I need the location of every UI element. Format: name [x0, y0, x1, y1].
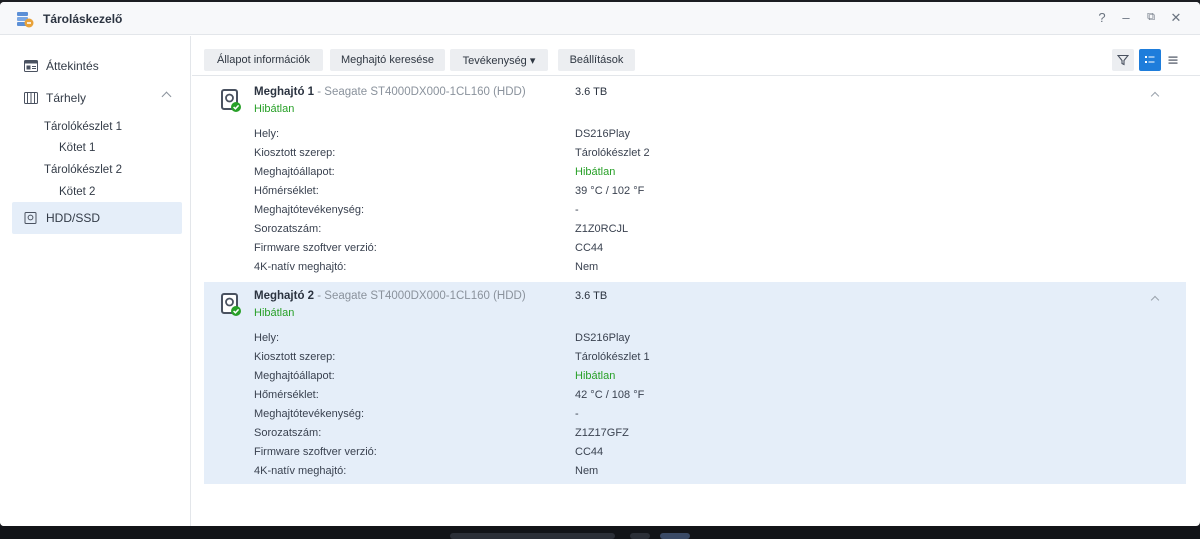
prop-label-allocated-role: Kiosztott szerep:: [254, 147, 336, 159]
sidebar: Áttekintés Tárhely Tárolókészlet 1 Kötet…: [0, 36, 191, 526]
title-bar: Tároláskezelő ? – ⧉ ✕: [0, 2, 1200, 35]
restore-icon[interactable]: ⧉: [1143, 11, 1159, 24]
prop-value-firmware: CC44: [575, 242, 604, 254]
prop-label-firmware: Firmware szoftver verzió:: [254, 242, 377, 254]
drive-title: Meghajtó 2 - Seagate ST4000DX000-1CL160 …: [254, 290, 526, 302]
hdd-healthy-icon: [221, 293, 241, 316]
sidebar-item-pool2[interactable]: Tárolókészlet 2: [44, 164, 122, 176]
overview-icon: [24, 60, 38, 72]
status-info-button[interactable]: Állapot információk: [204, 49, 323, 71]
prop-value-serial: Z1Z0RCJL: [575, 223, 629, 235]
prop-value-firmware: CC44: [575, 446, 604, 458]
prop-label-firmware: Firmware szoftver verzió:: [254, 446, 377, 458]
prop-value-drive-status: Hibátlan: [575, 370, 616, 382]
prop-label-drive-activity: Meghajtótevékenység:: [254, 204, 365, 216]
drive-model: - Seagate ST4000DX000-1CL160 (HDD): [314, 86, 526, 98]
storage-manager-app-icon: [17, 12, 34, 28]
prop-label-serial: Sorozatszám:: [254, 427, 322, 439]
prop-value-serial: Z1Z17GFZ: [575, 427, 629, 439]
prop-value-drive-activity: -: [575, 408, 579, 420]
drive-name: Meghajtó 2: [254, 290, 315, 302]
window-title: Tároláskezelő: [43, 12, 123, 26]
sidebar-item-storage[interactable]: Tárhely: [12, 82, 182, 114]
storage-manager-window: Tároláskezelő ? – ⧉ ✕ Áttekintés Tárhely: [0, 2, 1200, 526]
prop-value-drive-activity: -: [575, 204, 579, 216]
sidebar-label-overview: Áttekintés: [46, 59, 99, 73]
prop-label-location: Hely:: [254, 128, 280, 140]
taskbar-item[interactable]: [450, 533, 615, 539]
filter-icon[interactable]: [1112, 49, 1134, 71]
prop-label-serial: Sorozatszám:: [254, 223, 322, 235]
drive-status-badge: Hibátlan: [254, 103, 295, 115]
prop-value-temperature: 42 °C / 108 °F: [575, 389, 645, 401]
activity-dropdown-button[interactable]: Tevékenység ▾: [450, 49, 548, 71]
hdd-icon: [24, 212, 37, 224]
chevron-up-icon[interactable]: [161, 91, 172, 102]
prop-label-allocated-role: Kiosztott szerep:: [254, 351, 336, 363]
drive-name: Meghajtó 1: [254, 86, 315, 98]
prop-value-4k-native: Nem: [575, 465, 599, 477]
drive-panel-1[interactable]: Meghajtó 1 - Seagate ST4000DX000-1CL160 …: [204, 78, 1186, 280]
main-content: Állapot információk Meghajtó keresése Te…: [192, 36, 1200, 526]
prop-value-location: DS216Play: [575, 128, 631, 140]
drive-status-badge: Hibátlan: [254, 307, 295, 319]
prop-value-allocated-role: Tárolókészlet 2: [575, 147, 650, 159]
sidebar-label-hdd-ssd: HDD/SSD: [46, 211, 101, 225]
prop-label-drive-activity: Meghajtótevékenység:: [254, 408, 365, 420]
settings-button[interactable]: Beállítások: [558, 49, 635, 71]
toolbar: Állapot információk Meghajtó keresése Te…: [192, 36, 1200, 76]
drive-size: 3.6 TB: [575, 290, 608, 302]
prop-label-4k-native: 4K-natív meghajtó:: [254, 261, 347, 273]
prop-value-allocated-role: Tárolókészlet 1: [575, 351, 650, 363]
collapse-chevron-icon[interactable]: [1150, 295, 1160, 305]
prop-value-temperature: 39 °C / 102 °F: [575, 185, 645, 197]
sidebar-item-overview[interactable]: Áttekintés: [12, 50, 182, 82]
prop-value-drive-status: Hibátlan: [575, 166, 616, 178]
drive-model: - Seagate ST4000DX000-1CL160 (HDD): [314, 290, 526, 302]
drive-size: 3.6 TB: [575, 86, 608, 98]
drive-title: Meghajtó 1 - Seagate ST4000DX000-1CL160 …: [254, 86, 526, 98]
taskbar-item[interactable]: [660, 533, 690, 539]
collapse-chevron-icon[interactable]: [1150, 91, 1160, 101]
find-drive-button[interactable]: Meghajtó keresése: [330, 49, 445, 71]
prop-label-4k-native: 4K-natív meghajtó:: [254, 465, 347, 477]
sidebar-item-vol2[interactable]: Kötet 2: [59, 186, 95, 198]
prop-label-temperature: Hőmérséklet:: [254, 185, 319, 197]
minimize-icon[interactable]: –: [1118, 10, 1134, 25]
prop-label-drive-status: Meghajtóállapot:: [254, 166, 335, 178]
drive-panel-2[interactable]: Meghajtó 2 - Seagate ST4000DX000-1CL160 …: [204, 282, 1186, 484]
prop-label-drive-status: Meghajtóállapot:: [254, 370, 335, 382]
taskbar-item[interactable]: [630, 533, 650, 539]
prop-value-4k-native: Nem: [575, 261, 599, 273]
prop-value-location: DS216Play: [575, 332, 631, 344]
prop-label-temperature: Hőmérséklet:: [254, 389, 319, 401]
close-icon[interactable]: ✕: [1168, 10, 1184, 26]
prop-label-location: Hely:: [254, 332, 280, 344]
storage-icon: [24, 92, 38, 104]
sidebar-item-vol1[interactable]: Kötet 1: [59, 142, 95, 154]
help-icon[interactable]: ?: [1094, 10, 1110, 25]
list-view-icon[interactable]: [1162, 49, 1184, 71]
sidebar-item-pool1[interactable]: Tárolókészlet 1: [44, 121, 122, 133]
sidebar-label-storage: Tárhely: [46, 91, 87, 105]
hdd-healthy-icon: [221, 89, 241, 112]
sidebar-item-hdd-ssd[interactable]: HDD/SSD: [12, 202, 182, 234]
detail-view-icon[interactable]: [1139, 49, 1161, 71]
